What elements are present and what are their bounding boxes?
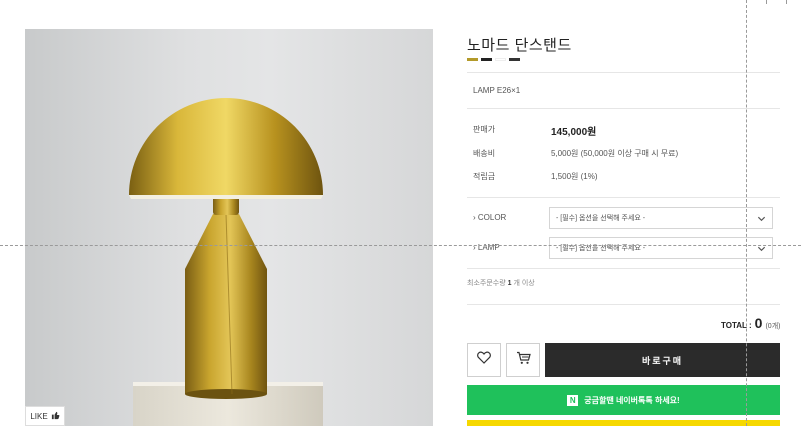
buy-now-button[interactable]: 바로구매: [545, 343, 780, 377]
guide-tick: [766, 0, 767, 4]
naver-logo-icon: N: [567, 394, 579, 406]
like-button[interactable]: LIKE: [25, 406, 65, 426]
product-image: [25, 29, 433, 426]
like-label: LIKE: [30, 411, 48, 421]
color-select-value: - [필수] 옵션을 선택해 주세요 -: [556, 215, 646, 222]
swatch-charcoal[interactable]: [509, 58, 520, 61]
lamp-spec: LAMP E26×1: [473, 86, 521, 95]
heart-icon: [477, 351, 491, 369]
total-label: TOTAL :: [721, 321, 752, 330]
kakao-button[interactable]: [467, 420, 780, 426]
naver-talk-label: 궁금할땐 네이버톡톡 하세요!: [584, 395, 680, 405]
price-label: 판매가: [473, 125, 496, 134]
total-count: (0개): [765, 323, 781, 330]
add-to-cart-button[interactable]: [506, 343, 540, 377]
points-value: 1,500원 (1%): [551, 172, 598, 181]
min-order-note: 최소주문수량 1 개 이상: [467, 278, 535, 288]
divider: [467, 108, 780, 109]
min-order-count: 1: [507, 280, 512, 287]
lamp-select[interactable]: - [필수] 옵션을 선택해 주세요 -: [549, 237, 773, 259]
color-select[interactable]: - [필수] 옵션을 선택해 주세요 -: [549, 207, 773, 229]
swatch-black[interactable]: [481, 58, 492, 61]
wishlist-button[interactable]: [467, 343, 501, 377]
points-label: 적립금: [473, 172, 496, 181]
price-value: 145,000원: [551, 127, 597, 138]
guide-line-vertical: [746, 0, 747, 426]
product-title: 노마드 단스탠드: [467, 37, 572, 54]
guide-tick: [786, 0, 787, 4]
color-swatches: [467, 58, 520, 61]
divider: [467, 197, 780, 198]
chevron-down-icon: [757, 214, 766, 225]
thumbs-up-icon: [51, 411, 60, 422]
divider: [467, 304, 780, 305]
min-order-suffix: 개 이상: [513, 280, 535, 287]
cart-icon: [516, 351, 531, 370]
naver-talk-button[interactable]: N 궁금할땐 네이버톡톡 하세요!: [467, 385, 780, 415]
color-option-label: › COLOR: [473, 213, 507, 222]
guide-line-horizontal: [0, 245, 801, 246]
swatch-white[interactable]: [495, 58, 506, 61]
shipping-value: 5,000원 (50,000원 이상 구매 시 무료): [551, 149, 679, 158]
total-summary: TOTAL : 0 (0개): [721, 315, 780, 331]
divider: [467, 268, 780, 269]
divider: [467, 72, 780, 73]
total-amount: 0: [754, 315, 763, 331]
shipping-label: 배송비: [473, 149, 496, 158]
min-order-prefix: 최소주문수량: [467, 280, 506, 287]
swatch-gold[interactable]: [467, 58, 478, 61]
